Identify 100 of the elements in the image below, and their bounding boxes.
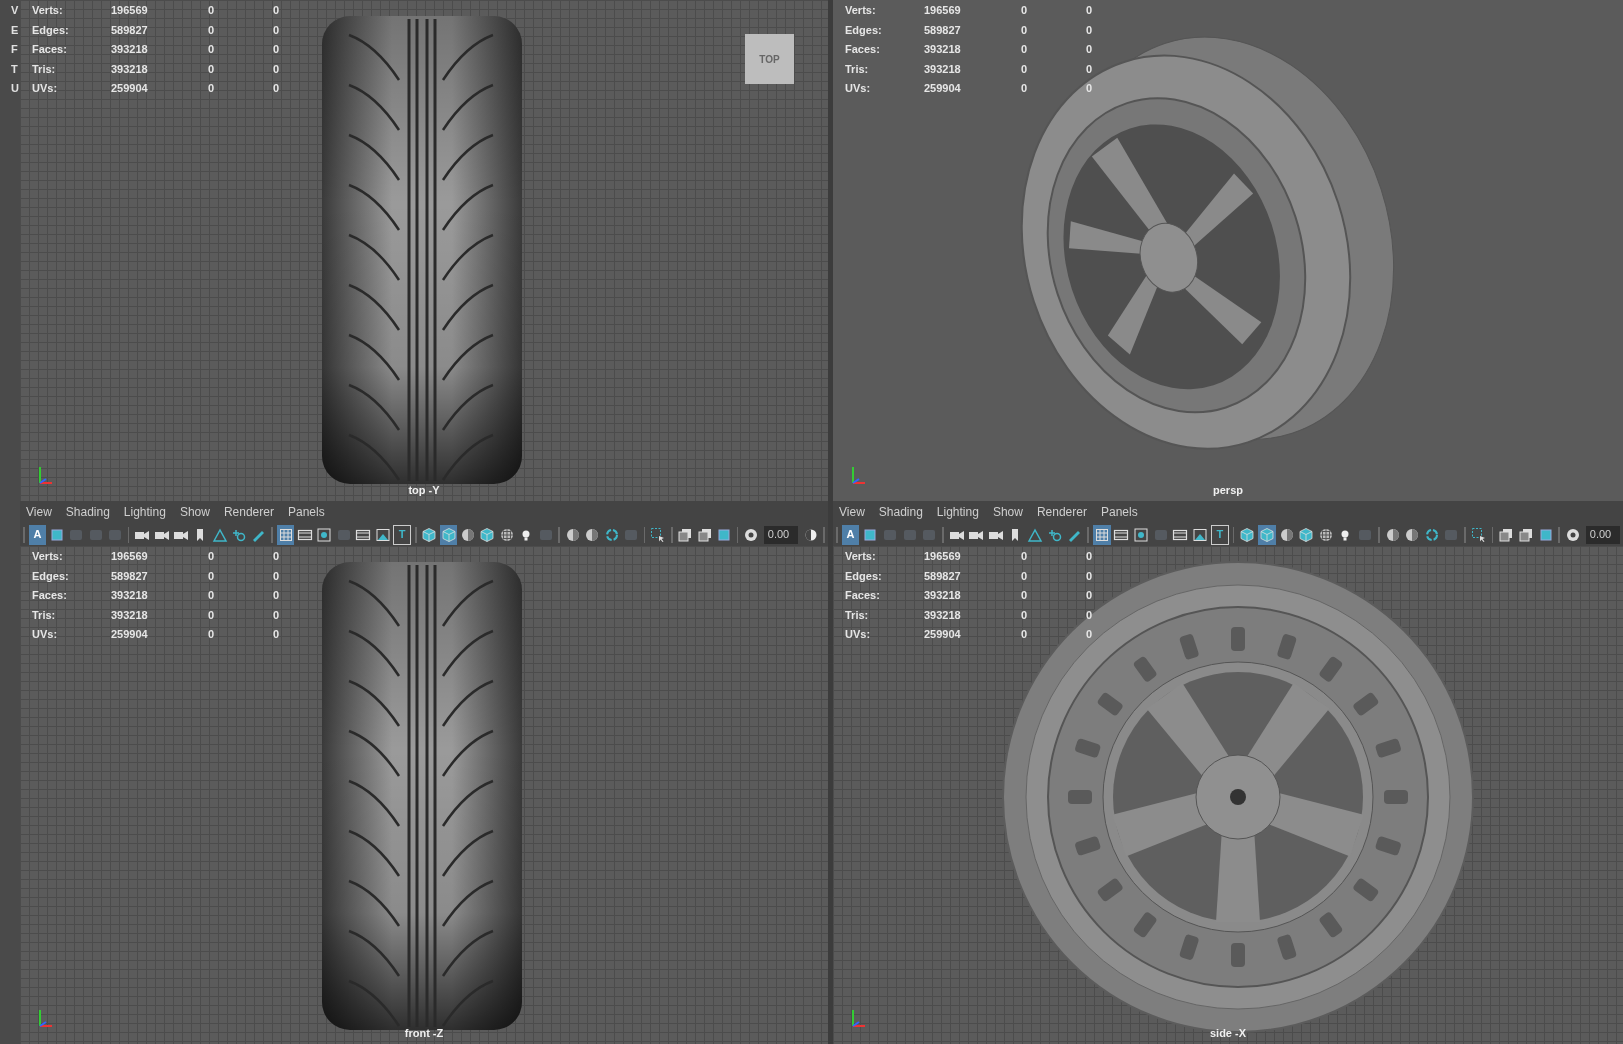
stat-value: 0 — [208, 549, 216, 564]
stat-value: 259904 — [924, 627, 962, 642]
stat-value: 0 — [1021, 61, 1029, 77]
stat-label: UVs: — [32, 627, 59, 642]
stat-value: 0 — [273, 42, 281, 57]
menu-item[interactable]: Renderer — [223, 503, 274, 521]
stat-value: 0 — [1086, 607, 1094, 623]
stat-value: 259904 — [924, 81, 962, 96]
stat-label: Edges: — [845, 568, 883, 584]
cube-icon[interactable] — [440, 524, 458, 545]
letter-tool-button[interactable]: A — [841, 524, 860, 545]
stat-value: 589827 — [111, 22, 149, 38]
stat-value: 0 — [208, 22, 216, 38]
stat-value: 0 — [273, 607, 281, 623]
menu-item[interactable]: Show — [179, 503, 210, 521]
number-field[interactable]: 0.00 — [1585, 525, 1621, 544]
stat-label: UVs: — [845, 627, 872, 642]
stat-value: 0 — [273, 568, 281, 584]
stat-value: 0 — [273, 22, 281, 38]
stat-value: 0 — [273, 61, 281, 77]
stat-value: 0 — [1021, 3, 1029, 18]
stat-value: 196569 — [924, 3, 962, 18]
stat-label: Tris: — [32, 61, 57, 77]
stat-label: Faces: — [32, 42, 68, 57]
stat-value: 393218 — [111, 42, 149, 57]
stat-value: 0 — [208, 3, 216, 18]
letter-tool-button[interactable]: T — [393, 524, 411, 545]
camera-label: persp — [1213, 482, 1243, 498]
stat-value: 393218 — [924, 42, 962, 57]
stat-label: UVs: — [32, 81, 59, 96]
stat-value: 0 — [1086, 627, 1094, 642]
stat-value: 589827 — [924, 22, 962, 38]
stat-value: 259904 — [111, 81, 149, 96]
menu-item[interactable]: Panels — [287, 503, 325, 521]
stat-value: 0 — [1021, 81, 1029, 96]
stat-label: Edges: — [32, 568, 70, 584]
stat-label: Faces: — [845, 42, 881, 57]
stat-label: Verts: — [845, 3, 877, 18]
menu-item[interactable]: Renderer — [1036, 503, 1087, 521]
stat-label: Tris: — [32, 607, 57, 623]
stat-label: Faces: — [32, 588, 68, 603]
menu-item[interactable]: Panels — [1100, 503, 1138, 521]
stat-value: 393218 — [924, 61, 962, 77]
cube-icon[interactable] — [1258, 524, 1276, 545]
stat-value: 0 — [1021, 627, 1029, 642]
component-mode-letter: F — [10, 42, 19, 57]
stat-label: Tris: — [845, 607, 870, 623]
stat-value: 0 — [208, 61, 216, 77]
stat-value: 0 — [1021, 42, 1029, 57]
stat-value: 0 — [1086, 22, 1094, 38]
stat-value: 0 — [1021, 588, 1029, 603]
stat-label: UVs: — [845, 81, 872, 96]
menu-item[interactable]: Lighting — [936, 503, 979, 521]
stat-label: Faces: — [845, 588, 881, 603]
stat-value: 0 — [208, 607, 216, 623]
stat-value: 0 — [208, 568, 216, 584]
stat-value: 393218 — [111, 607, 149, 623]
stat-value: 0 — [1021, 568, 1029, 584]
stat-value: 0 — [1086, 549, 1094, 564]
stat-value: 196569 — [924, 549, 962, 564]
component-mode-letter: V — [10, 3, 20, 18]
menu-item[interactable]: View — [839, 503, 865, 521]
grid-icon[interactable] — [276, 524, 295, 545]
stat-value: 0 — [273, 627, 281, 642]
stat-value: 259904 — [111, 627, 149, 642]
stat-value: 0 — [273, 588, 281, 603]
stat-value: 0 — [1086, 61, 1094, 77]
component-mode-letter: T — [10, 61, 19, 77]
stat-value: 196569 — [111, 3, 149, 18]
stat-value: 0 — [1086, 3, 1094, 18]
stat-label: Edges: — [845, 22, 883, 38]
stat-value: 0 — [1086, 588, 1094, 603]
component-mode-letter: E — [10, 22, 20, 38]
number-field[interactable]: 0.00 — [763, 525, 798, 544]
stat-value: 393218 — [111, 61, 149, 77]
camera-label: side -X — [1209, 1025, 1247, 1041]
stat-value: 393218 — [924, 607, 962, 623]
stat-value: 0 — [1021, 22, 1029, 38]
stat-value: 0 — [1021, 607, 1029, 623]
stat-value: 589827 — [924, 568, 962, 584]
letter-tool-button[interactable]: A — [28, 524, 47, 545]
menu-item[interactable]: Lighting — [123, 503, 166, 521]
stat-value: 0 — [208, 627, 216, 642]
letter-tool-button[interactable]: T — [1210, 524, 1229, 545]
menu-item[interactable]: Show — [992, 503, 1023, 521]
menu-item[interactable]: View — [26, 503, 52, 521]
grid-icon[interactable] — [1093, 524, 1111, 545]
stat-label: Tris: — [845, 61, 870, 77]
camera-label: front -Z — [404, 1025, 444, 1041]
stat-value: 0 — [273, 3, 281, 18]
stat-value: 0 — [273, 81, 281, 96]
stat-value: 0 — [1021, 549, 1029, 564]
stat-label: Edges: — [32, 22, 70, 38]
stat-value: 0 — [1086, 568, 1094, 584]
stat-label: Verts: — [32, 549, 64, 564]
stat-value: 0 — [273, 549, 281, 564]
menu-item[interactable]: Shading — [878, 503, 923, 521]
stat-value: 0 — [1086, 42, 1094, 57]
stat-value: 589827 — [111, 568, 149, 584]
menu-item[interactable]: Shading — [65, 503, 110, 521]
